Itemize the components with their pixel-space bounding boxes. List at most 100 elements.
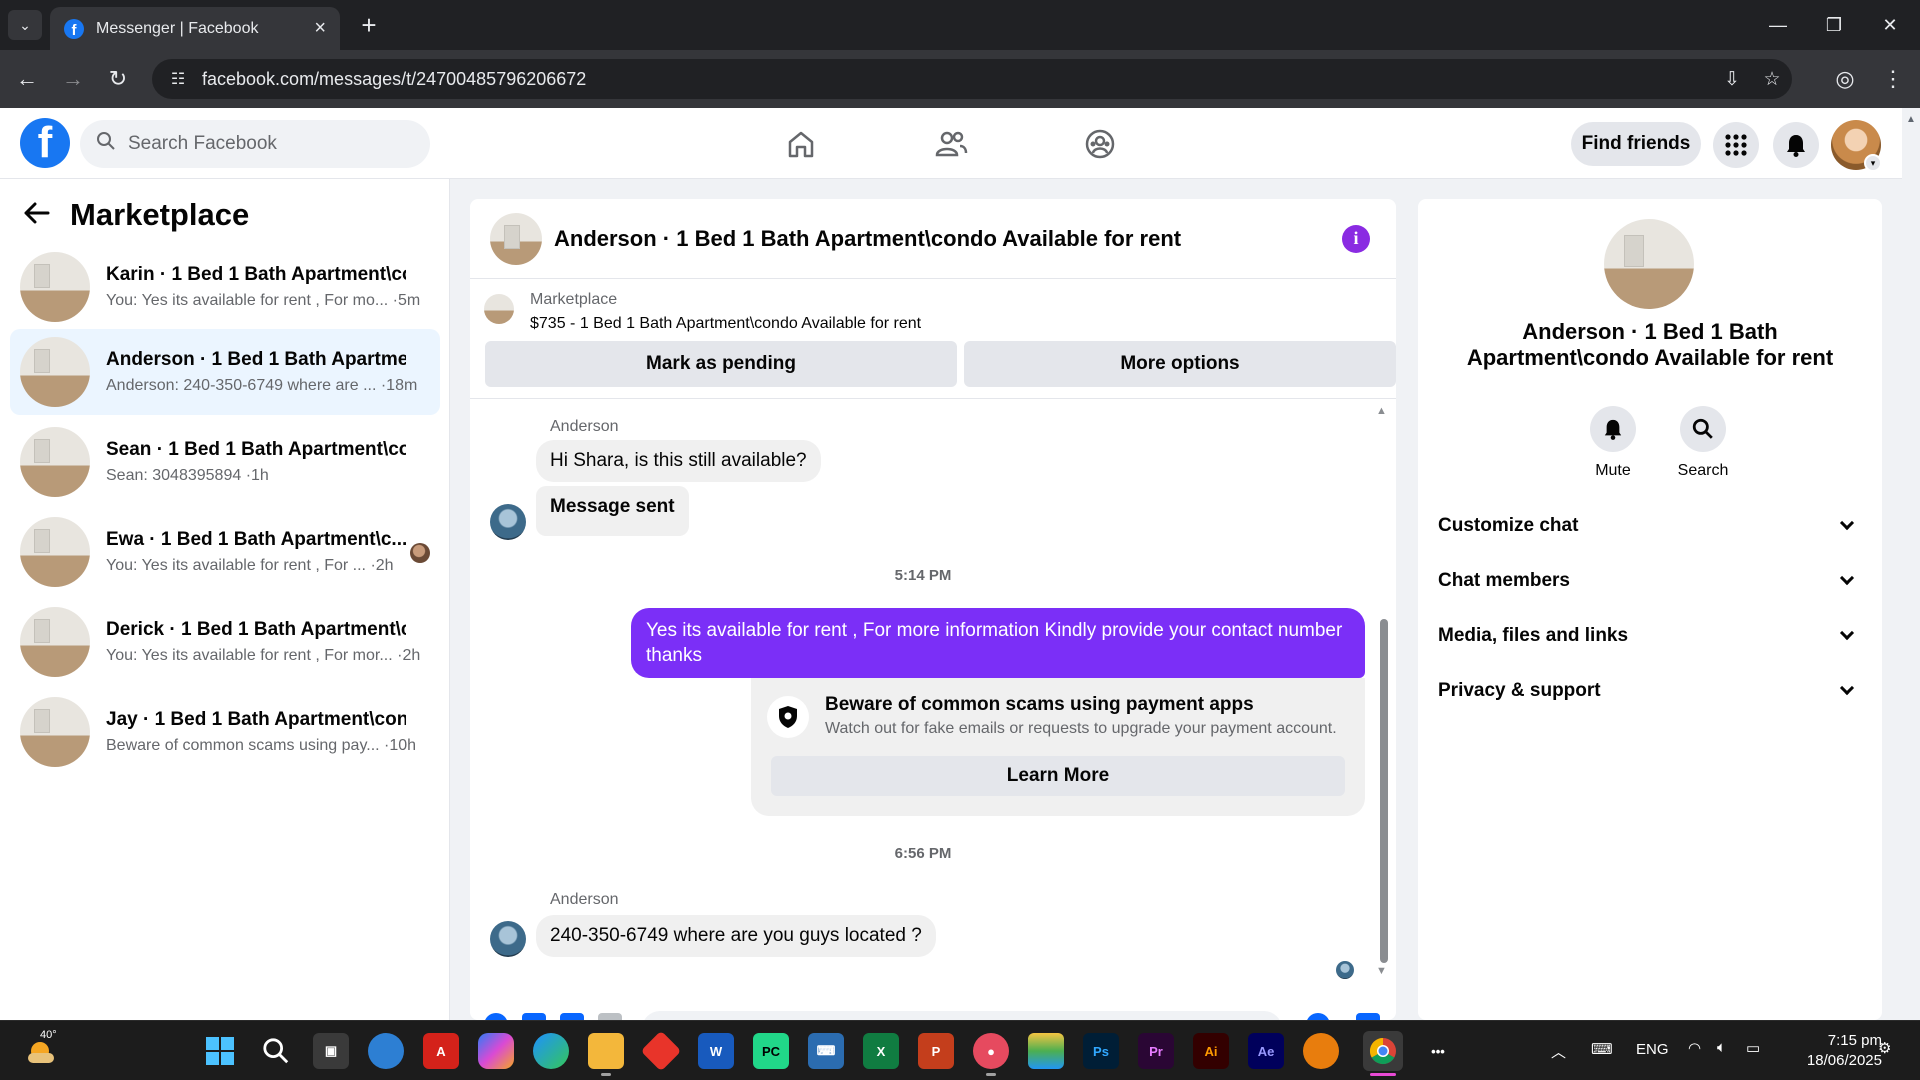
- address-bar[interactable]: ☷ facebook.com/messages/t/24700485796206…: [152, 59, 1792, 99]
- photo-icon[interactable]: [522, 1013, 546, 1020]
- windows-start-icon[interactable]: [202, 1033, 238, 1069]
- url-text[interactable]: facebook.com/messages/t/2470048579620667…: [202, 69, 1712, 90]
- conversation-item[interactable]: Derick · 1 Bed 1 Bath Apartment\c... You…: [10, 599, 440, 685]
- groups-icon[interactable]: [1078, 122, 1122, 166]
- page-scrollbar[interactable]: ▲: [1902, 108, 1920, 1020]
- close-window-icon[interactable]: ✕: [1870, 10, 1910, 40]
- edge-icon[interactable]: [533, 1033, 569, 1069]
- incoming-message[interactable]: Message sent: [536, 486, 689, 536]
- touch-keyboard-icon[interactable]: ⌨: [1591, 1040, 1613, 1058]
- tab-search-icon[interactable]: ⌄: [8, 10, 42, 40]
- bookmark-star-icon[interactable]: ☆: [1752, 68, 1792, 91]
- message-input[interactable]: [642, 1011, 1282, 1020]
- restore-icon[interactable]: ❐: [1814, 10, 1854, 40]
- menu-grid-icon[interactable]: [1713, 122, 1759, 168]
- wifi-icon[interactable]: ◠: [1688, 1039, 1701, 1057]
- search-in-chat-button[interactable]: Search: [1668, 406, 1738, 480]
- chat-scroll-down-icon[interactable]: ▼: [1376, 965, 1387, 977]
- excel-icon[interactable]: X: [863, 1033, 899, 1069]
- incoming-message[interactable]: 240-350-6749 where are you guys located …: [536, 915, 936, 957]
- emoji-icon[interactable]: [1306, 1013, 1330, 1020]
- conversation-item[interactable]: Karin · 1 Bed 1 Bath Apartment\co... You…: [10, 244, 440, 330]
- minimize-icon[interactable]: —: [1758, 10, 1798, 40]
- find-friends-button[interactable]: Find friends: [1571, 122, 1701, 166]
- photoshop-icon[interactable]: Ps: [1083, 1033, 1119, 1069]
- file-explorer-icon[interactable]: [588, 1033, 624, 1069]
- listing-title[interactable]: $735 - 1 Bed 1 Bath Apartment\condo Avai…: [530, 315, 921, 333]
- browser-tab[interactable]: f Messenger | Facebook ×: [50, 7, 340, 50]
- browser-profile-icon[interactable]: ◎: [1830, 64, 1860, 94]
- pycharm-icon[interactable]: PC: [753, 1033, 789, 1069]
- task-view-icon[interactable]: ▣: [313, 1033, 349, 1069]
- outgoing-message[interactable]: Yes its available for rent , For more in…: [631, 608, 1365, 678]
- facebook-logo-icon[interactable]: f: [20, 118, 70, 168]
- thumbs-up-icon[interactable]: [1356, 1013, 1380, 1020]
- account-chevron-down-icon[interactable]: ▾: [1864, 154, 1882, 172]
- conversation-item[interactable]: Ewa · 1 Bed 1 Bath Apartment\c... You: Y…: [10, 509, 440, 595]
- battery-icon[interactable]: ▭: [1746, 1039, 1760, 1057]
- plus-icon[interactable]: [484, 1013, 508, 1020]
- powerpoint-icon[interactable]: P: [918, 1033, 954, 1069]
- back-icon[interactable]: ←: [12, 64, 42, 94]
- chat-scroll-thumb[interactable]: [1380, 619, 1388, 963]
- notification-center-icon[interactable]: ⚙: [1878, 1039, 1891, 1057]
- bell-icon: [1590, 406, 1636, 452]
- more-options-button[interactable]: More options: [964, 341, 1396, 387]
- conversation-item-active[interactable]: Anderson · 1 Bed 1 Bath Apartmen... Ande…: [10, 329, 440, 415]
- sender-avatar[interactable]: [490, 921, 526, 957]
- chat-listing-avatar[interactable]: [490, 212, 542, 265]
- keyboard-app-icon[interactable]: ⌨: [808, 1033, 844, 1069]
- notifications-bell-icon[interactable]: [1773, 122, 1819, 168]
- chrome-icon[interactable]: [1363, 1031, 1403, 1071]
- scroll-up-arrow-icon[interactable]: ▲: [1906, 114, 1916, 125]
- word-icon[interactable]: W: [698, 1033, 734, 1069]
- sender-avatar[interactable]: [490, 504, 526, 540]
- listing-thumbnail[interactable]: [484, 294, 514, 324]
- search-input[interactable]: [128, 133, 398, 155]
- conversation-item[interactable]: Jay · 1 Bed 1 Bath Apartment\cond... Bew…: [10, 689, 440, 775]
- sticker-icon[interactable]: [560, 1013, 584, 1020]
- layers-app-icon[interactable]: [1028, 1033, 1064, 1069]
- back-arrow-icon[interactable]: [24, 198, 60, 232]
- chat-title[interactable]: Anderson · 1 Bed 1 Bath Apartment\condo …: [554, 226, 1342, 252]
- customize-chat-section[interactable]: Customize chat: [1438, 506, 1862, 546]
- facebook-search[interactable]: [80, 120, 430, 168]
- forward-icon[interactable]: →: [58, 64, 88, 94]
- learn-more-button[interactable]: Learn More: [771, 756, 1345, 796]
- show-hidden-icons-icon[interactable]: ︿: [1551, 1041, 1566, 1062]
- more-apps-icon[interactable]: •••: [1420, 1033, 1456, 1069]
- after-effects-icon[interactable]: Ae: [1248, 1033, 1284, 1069]
- friends-icon[interactable]: [929, 122, 973, 166]
- anydesk-icon[interactable]: [640, 1030, 682, 1072]
- new-tab-icon[interactable]: +: [354, 10, 384, 40]
- blender-icon[interactable]: [1303, 1033, 1339, 1069]
- chat-members-section[interactable]: Chat members: [1438, 561, 1862, 601]
- conversation-snippet: You: Yes its available for rent , For mo…: [106, 647, 421, 664]
- site-info-icon[interactable]: ☷: [158, 69, 198, 89]
- conversation-item[interactable]: Sean · 1 Bed 1 Bath Apartment\con... Sea…: [10, 419, 440, 505]
- mark-as-pending-button[interactable]: Mark as pending: [485, 341, 957, 387]
- browser-menu-icon[interactable]: ⋮: [1878, 64, 1908, 94]
- copilot-icon[interactable]: [478, 1033, 514, 1069]
- premiere-icon[interactable]: Pr: [1138, 1033, 1174, 1069]
- language-indicator[interactable]: ENG: [1636, 1041, 1669, 1058]
- install-app-icon[interactable]: ⇩: [1712, 68, 1752, 91]
- gif-icon[interactable]: [598, 1013, 622, 1020]
- taskbar-search-icon[interactable]: [258, 1033, 294, 1069]
- browser-tab-strip: ⌄ f Messenger | Facebook × + — ❐ ✕: [0, 0, 1920, 50]
- media-files-links-section[interactable]: Media, files and links: [1438, 616, 1862, 656]
- weather-app-icon[interactable]: [368, 1033, 404, 1069]
- mute-button[interactable]: Mute: [1578, 406, 1648, 480]
- reload-icon[interactable]: ↻: [103, 64, 133, 94]
- chat-scroll-up-icon[interactable]: ▲: [1376, 405, 1387, 417]
- screen-recorder-icon[interactable]: ●: [973, 1033, 1009, 1069]
- illustrator-icon[interactable]: Ai: [1193, 1033, 1229, 1069]
- tab-close-icon[interactable]: ×: [314, 17, 326, 40]
- info-icon[interactable]: i: [1342, 224, 1370, 253]
- volume-icon[interactable]: 🔈︎: [1717, 1039, 1726, 1056]
- acrobat-icon[interactable]: A: [423, 1033, 459, 1069]
- home-icon[interactable]: [779, 122, 823, 166]
- incoming-message[interactable]: Hi Shara, is this still available?: [536, 440, 821, 482]
- privacy-support-section[interactable]: Privacy & support: [1438, 671, 1862, 711]
- system-clock[interactable]: 7:15 pm 18/06/2025: [1782, 1031, 1882, 1071]
